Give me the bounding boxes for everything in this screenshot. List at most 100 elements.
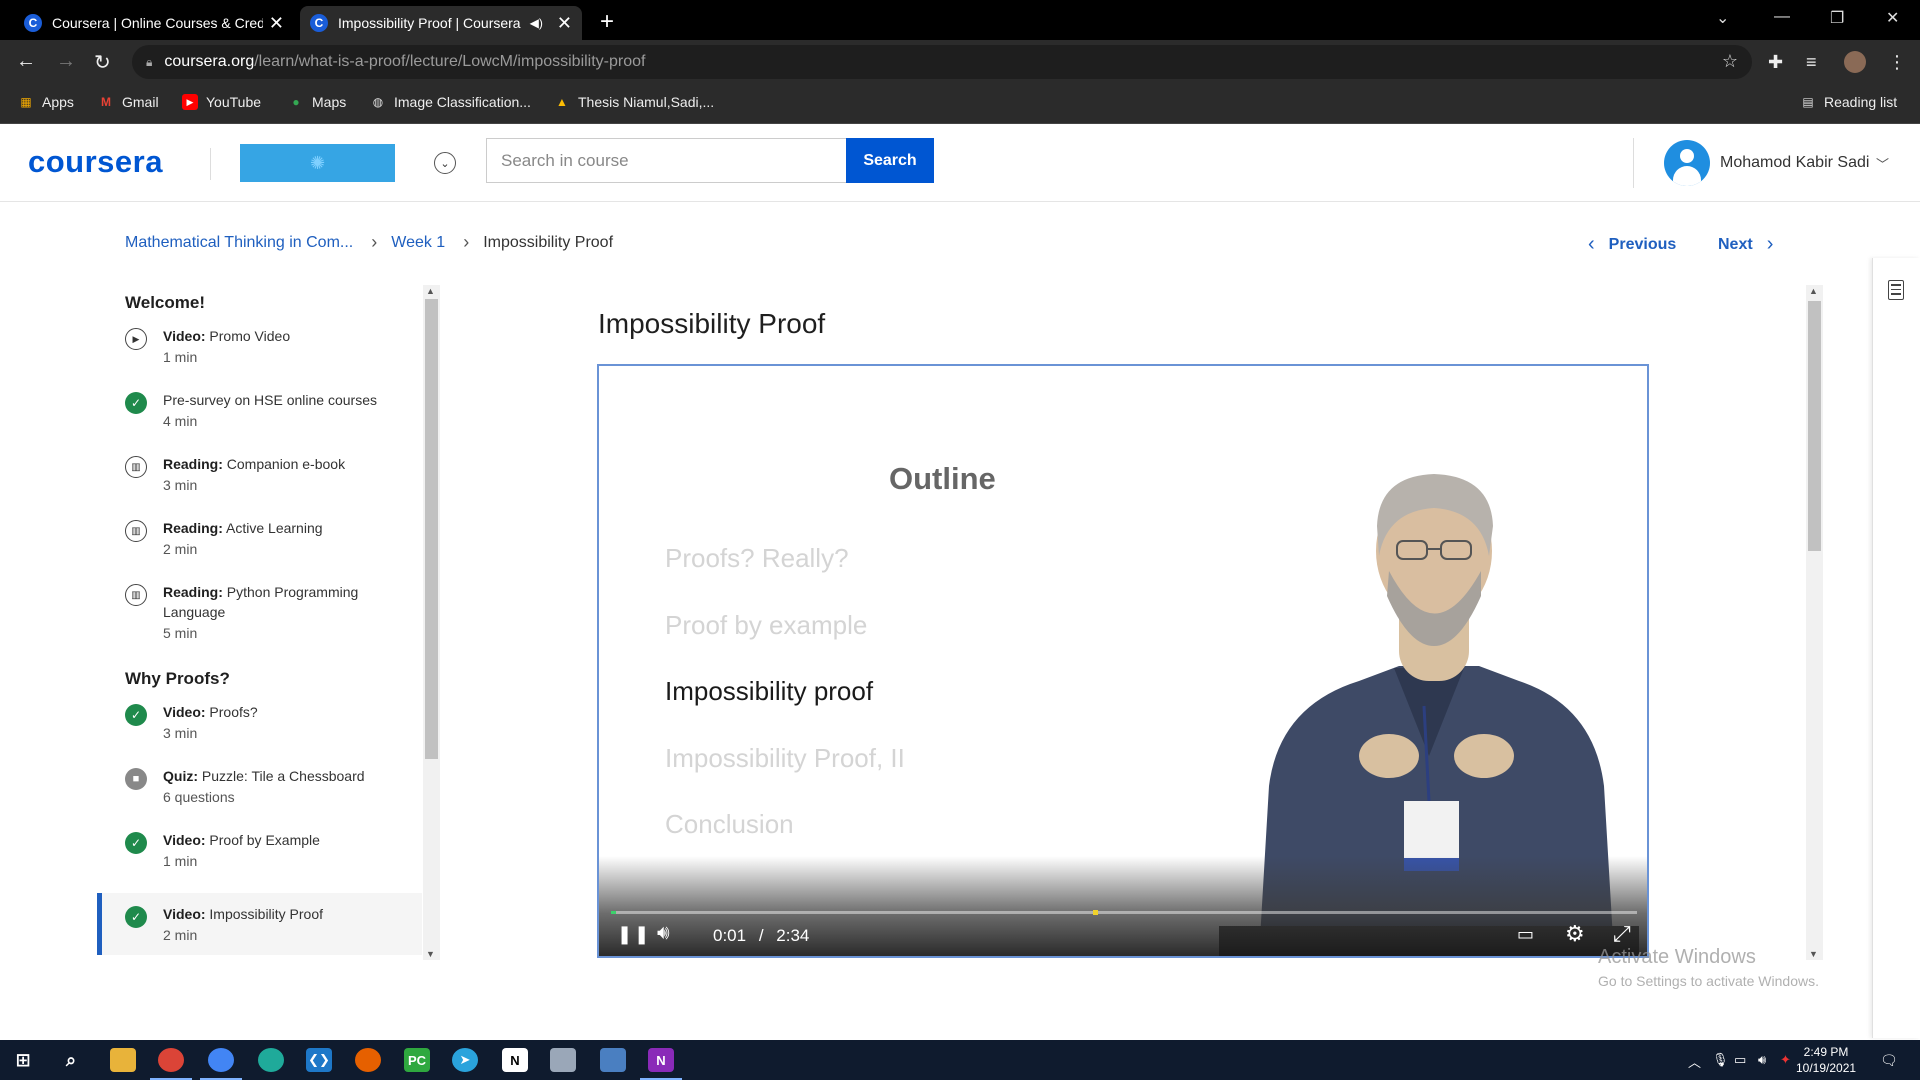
tab-audio-icon[interactable]: ◀) xyxy=(530,16,543,30)
pause-icon[interactable]: ❚❚ xyxy=(617,924,651,945)
video-progress-bar[interactable] xyxy=(611,910,1637,915)
tab-coursera-home[interactable]: C Coursera | Online Courses & Credential… xyxy=(14,6,294,40)
course-outline-sidebar: Welcome! ▶ Video: Promo Video 1 min ✓ Pr… xyxy=(97,285,422,955)
sidebar-item-promo-video[interactable]: ▶ Video: Promo Video 1 min xyxy=(97,325,422,389)
extensions-puzzle-icon[interactable]: ✚ xyxy=(1768,52,1783,73)
search-icon[interactable]: ⌕ xyxy=(58,1048,84,1072)
onenote-icon[interactable]: N xyxy=(640,1048,682,1080)
user-name[interactable]: Mohamod Kabir Sadi xyxy=(1720,154,1869,172)
bookmark-gmail[interactable]: M Gmail xyxy=(98,94,159,110)
previous-button[interactable]: ‹ Previous xyxy=(1588,233,1676,256)
pycharm-icon[interactable]: PC xyxy=(404,1048,430,1072)
profile-avatar[interactable] xyxy=(1844,51,1866,73)
window-close-icon[interactable]: ✕ xyxy=(1886,8,1899,28)
breadcrumb-week-link[interactable]: Week 1 xyxy=(391,234,445,252)
partner-logo[interactable]: ✺ xyxy=(240,144,395,182)
notifications-icon[interactable]: 🗨︎ xyxy=(1880,1052,1898,1069)
scroll-down-arrow-icon[interactable]: ▼ xyxy=(426,949,435,959)
video-player[interactable]: Outline Proofs? Really? Proof by example… xyxy=(597,364,1649,958)
chrome-profile-icon[interactable] xyxy=(200,1048,242,1080)
notes-document-icon[interactable] xyxy=(1888,280,1904,300)
search-input[interactable] xyxy=(486,138,846,183)
scrollbar-thumb[interactable] xyxy=(1808,301,1821,551)
windows-start-icon[interactable]: ⊞ xyxy=(10,1048,36,1072)
sidebar-item-chessboard-quiz[interactable]: ■ Quiz: Puzzle: Tile a Chessboard 6 ques… xyxy=(97,765,422,829)
sidebar-item-pre-survey[interactable]: ✓ Pre-survey on HSE online courses 4 min xyxy=(97,389,422,453)
lock-icon: 🔒︎ xyxy=(146,54,153,69)
settings-gear-icon[interactable]: ⚙ xyxy=(1565,921,1585,947)
main-scrollbar[interactable]: ▲ ▼ xyxy=(1806,285,1823,960)
bookmark-image-classification[interactable]: ◍ Image Classification... xyxy=(370,94,531,110)
header-divider xyxy=(210,148,211,180)
minimize-icon[interactable]: — xyxy=(1774,8,1790,26)
bookmark-thesis[interactable]: ▲ Thesis Niamul,Sadi,... xyxy=(554,94,714,110)
reload-icon[interactable]: ↻ xyxy=(94,50,111,75)
fullscreen-icon[interactable]: ⤢ xyxy=(1613,921,1631,947)
breadcrumb-chevron-icon: › xyxy=(463,232,470,252)
tab-impossibility-proof[interactable]: C Impossibility Proof | Coursera ◀) ✕ xyxy=(300,6,582,40)
notes-side-panel xyxy=(1872,258,1920,1038)
sidebar-item-proofs[interactable]: ✓ Video: Proofs? 3 min xyxy=(97,701,422,765)
next-button[interactable]: Next › xyxy=(1718,233,1773,256)
tray-chevron-up-icon[interactable]: ︿ xyxy=(1688,1052,1701,1071)
coursera-favicon-icon: C xyxy=(24,14,42,32)
globe-icon: ◍ xyxy=(372,95,384,109)
telegram-icon[interactable]: ➤ xyxy=(452,1048,478,1072)
back-arrow-icon[interactable]: ← xyxy=(16,50,36,73)
vscode-icon[interactable]: ❮❯ xyxy=(306,1048,332,1072)
system-clock[interactable]: 2:49 PM 10/19/2021 xyxy=(1796,1044,1856,1076)
maps-pin-icon: ● xyxy=(292,95,300,109)
chevron-right-icon: › xyxy=(1766,233,1774,255)
coursera-logo[interactable]: coursera xyxy=(28,144,163,180)
slide-outline-item-current: Impossibility proof xyxy=(665,676,874,706)
printer-icon[interactable] xyxy=(550,1048,576,1072)
breadcrumb-course-link[interactable]: Mathematical Thinking in Com... xyxy=(125,234,353,252)
calculator-icon[interactable] xyxy=(600,1048,626,1072)
tab-close-icon[interactable]: ✕ xyxy=(269,13,284,34)
chrome-menu-icon[interactable]: ⋮ xyxy=(1888,52,1906,73)
sidebar-item-companion-ebook[interactable]: ▥ Reading: Companion e-book 3 min xyxy=(97,453,422,517)
reading-list[interactable]: ▤ Reading list xyxy=(1800,94,1897,110)
restore-icon[interactable]: ❐ xyxy=(1830,8,1844,28)
edge-icon[interactable] xyxy=(258,1048,284,1072)
bookmark-maps[interactable]: ● Maps xyxy=(288,94,346,110)
sidebar-item-python[interactable]: ▥ Reading: Python Programming Language 5… xyxy=(97,581,422,661)
microphone-icon[interactable]: 🎙︎ xyxy=(1712,1052,1729,1068)
sidebar-item-active-learning[interactable]: ▥ Reading: Active Learning 2 min xyxy=(97,517,422,581)
user-avatar-icon[interactable] xyxy=(1664,140,1710,186)
breadcrumb-chevron-icon: › xyxy=(371,232,378,252)
captions-icon[interactable]: ▭ xyxy=(1517,924,1534,945)
slide-outline-item: Impossibility Proof, II xyxy=(665,743,905,773)
user-menu-chevron-icon[interactable]: ﹀ xyxy=(1876,154,1889,173)
media-queue-icon[interactable]: ≡ xyxy=(1806,52,1817,73)
bookmark-youtube[interactable]: ▶ YouTube xyxy=(182,94,261,110)
course-menu-chevron-icon[interactable]: ⌄ xyxy=(434,152,456,174)
completed-check-icon: ✓ xyxy=(125,392,147,414)
search-button[interactable]: Search xyxy=(846,138,934,183)
notion-icon[interactable]: N xyxy=(502,1048,528,1072)
bookmark-apps[interactable]: ▦ Apps xyxy=(18,94,74,110)
sidebar-item-impossibility-proof[interactable]: ✓ Video: Impossibility Proof 2 min xyxy=(97,893,422,955)
completed-check-icon: ✓ xyxy=(125,832,147,854)
file-explorer-icon[interactable] xyxy=(110,1048,136,1072)
speaker-icon[interactable]: 🔊︎ xyxy=(1758,1052,1766,1068)
new-tab-plus-icon[interactable]: + xyxy=(600,8,614,36)
forward-arrow-icon[interactable]: → xyxy=(56,50,76,73)
chrome-icon[interactable] xyxy=(150,1048,192,1080)
sidebar-item-proof-by-example[interactable]: ✓ Video: Proof by Example 1 min xyxy=(97,829,422,893)
volume-icon[interactable]: 🔊︎ xyxy=(657,922,670,945)
scroll-up-arrow-icon[interactable]: ▲ xyxy=(1809,286,1818,296)
apps-grid-icon: ▦ xyxy=(20,95,32,109)
play-icon: ▶ xyxy=(125,328,147,350)
language-icon[interactable]: ✦ xyxy=(1780,1052,1791,1068)
address-bar[interactable]: 🔒︎ coursera.org /learn/what-is-a-proof/l… xyxy=(132,45,1752,79)
scrollbar-thumb[interactable] xyxy=(425,299,438,759)
tab-close-icon[interactable]: ✕ xyxy=(557,13,572,34)
firefox-icon[interactable] xyxy=(355,1048,381,1072)
book-icon: ▥ xyxy=(125,584,147,606)
scroll-up-arrow-icon[interactable]: ▲ xyxy=(426,286,435,296)
bookmark-star-icon[interactable]: ☆ xyxy=(1722,51,1738,72)
sidebar-scrollbar[interactable]: ▲ ▼ xyxy=(423,285,440,960)
network-icon[interactable]: ▭ xyxy=(1734,1052,1746,1068)
tab-search-chevron-icon[interactable]: ⌄ xyxy=(1716,8,1729,28)
